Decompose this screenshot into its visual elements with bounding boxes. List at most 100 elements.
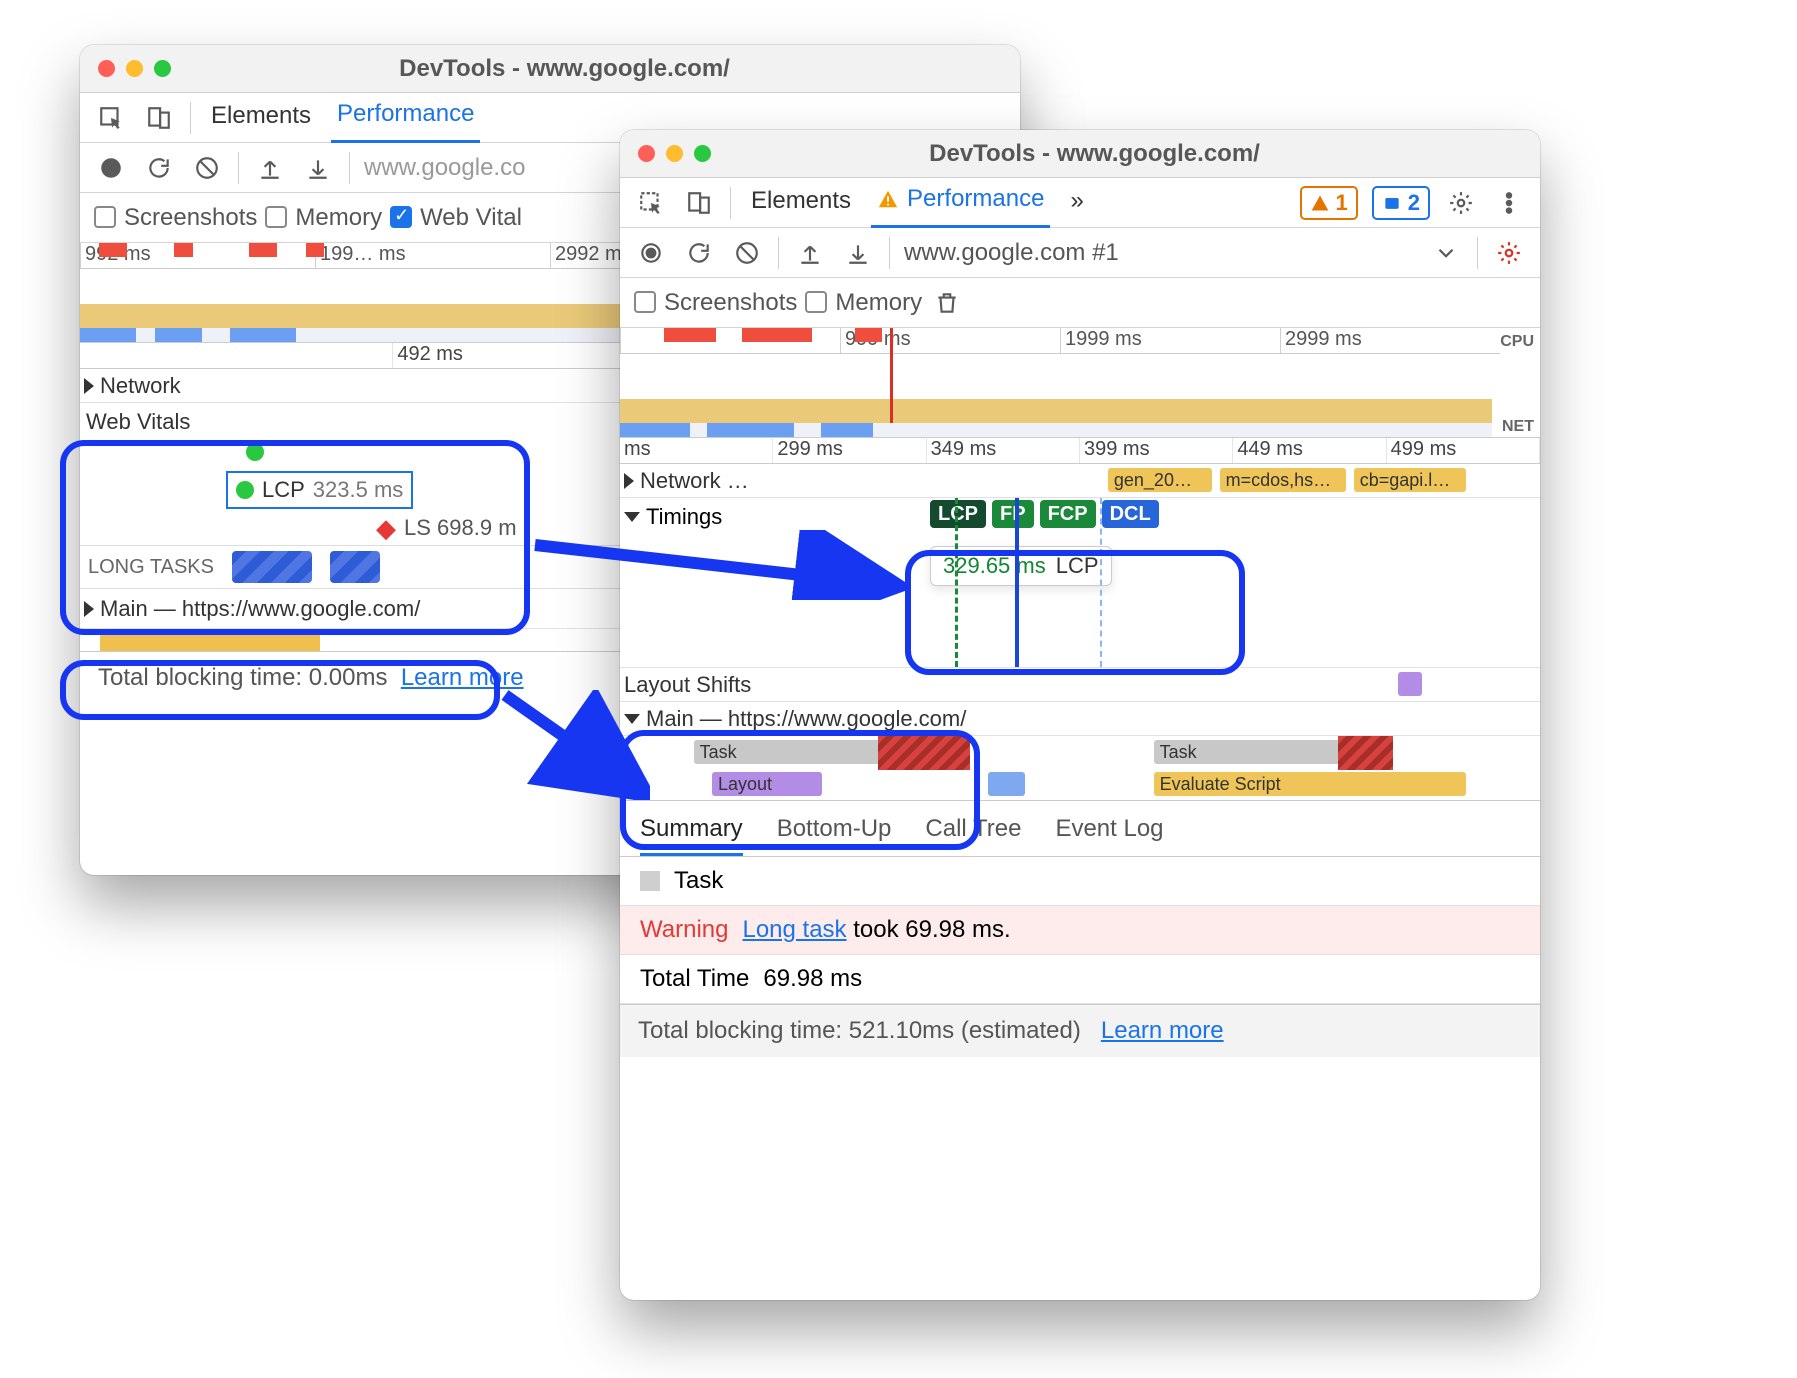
ruler-tick: 449 ms — [1233, 438, 1386, 463]
cpu-caption: CPU — [1500, 334, 1534, 350]
warning-suffix: took 69.98 ms. — [847, 916, 1011, 943]
upload-icon[interactable] — [793, 236, 827, 270]
minimize-icon[interactable] — [126, 60, 143, 77]
detail-tabs: Summary Bottom-Up Call Tree Event Log — [620, 801, 1540, 857]
recording-select[interactable]: www.google.com #1 — [904, 239, 1119, 267]
warning-label: Warning — [640, 916, 728, 944]
ruler-tick: 399 ms — [1080, 438, 1233, 463]
recording-url: www.google.co — [364, 154, 525, 182]
warning-icon — [877, 188, 899, 210]
delete-icon[interactable] — [930, 286, 964, 320]
long-task-link[interactable]: Long task — [742, 916, 846, 943]
settings-icon[interactable] — [1444, 186, 1478, 220]
download-icon[interactable] — [301, 151, 335, 185]
learn-more-link[interactable]: Learn more — [1101, 1017, 1224, 1044]
screenshots-checkbox[interactable]: Screenshots — [94, 204, 257, 232]
close-icon[interactable] — [638, 145, 655, 162]
tab-performance[interactable]: Performance — [331, 92, 480, 143]
options-row: Screenshots Memory — [620, 278, 1540, 328]
minimize-icon[interactable] — [666, 145, 683, 162]
device-toggle-icon[interactable] — [142, 101, 176, 135]
tab-more[interactable]: » — [1064, 179, 1089, 227]
ruler-tick: 499 ms — [1387, 438, 1540, 463]
track-timings[interactable]: Timings LCP FP FCP DCL 329.65 ms LCP — [620, 498, 1540, 668]
long-task-block[interactable] — [232, 551, 312, 583]
tab-bottom-up[interactable]: Bottom-Up — [777, 809, 892, 856]
blocking-time-text: Total blocking time: 521.10ms (estimated… — [638, 1017, 1081, 1044]
window-title: DevTools - www.google.com/ — [729, 140, 1540, 168]
capture-settings-icon[interactable] — [1492, 236, 1526, 270]
panel-tabs-row: Elements Performance » 1 2 — [620, 178, 1540, 228]
zoom-icon[interactable] — [694, 145, 711, 162]
window-title: DevTools - www.google.com/ — [189, 55, 1020, 83]
lcp-marker-icon[interactable] — [246, 443, 264, 461]
inspect-icon[interactable] — [94, 101, 128, 135]
overview-pane[interactable]: 999 ms 1999 ms 2999 ms CPU NET — [620, 328, 1540, 438]
ls-value: 698.9 m — [437, 515, 517, 541]
tooltip-value: 329.65 ms — [943, 553, 1046, 579]
zoom-icon[interactable] — [154, 60, 171, 77]
titlebar: DevTools - www.google.com/ — [80, 45, 1020, 93]
issues-info-badge[interactable]: 2 — [1372, 186, 1430, 220]
network-chip[interactable]: m=cdos,hs… — [1220, 468, 1347, 492]
flame-ruler: ms 299 ms 349 ms 399 ms 449 ms 499 ms — [620, 438, 1540, 464]
tab-elements[interactable]: Elements — [205, 94, 317, 142]
timing-pills: LCP FP FCP DCL — [930, 500, 1159, 528]
summary-total-time-row: Total Time 69.98 ms — [620, 955, 1540, 1004]
track-layout-shifts[interactable]: Layout Shifts — [620, 668, 1540, 702]
network-chip[interactable]: cb=gapi.l… — [1354, 468, 1466, 492]
tab-event-log[interactable]: Event Log — [1055, 809, 1163, 856]
task-swatch-icon — [640, 871, 660, 891]
device-toggle-icon[interactable] — [682, 186, 716, 220]
ls-label: LS — [404, 515, 431, 541]
ruler-tick: ms — [620, 438, 773, 463]
long-task-block[interactable] — [330, 551, 380, 583]
upload-icon[interactable] — [253, 151, 287, 185]
pill-fp[interactable]: FP — [992, 500, 1034, 528]
lcp-value: 323.5 ms — [313, 477, 404, 503]
recording-dropdown-icon[interactable] — [1429, 236, 1463, 270]
record-icon[interactable] — [94, 151, 128, 185]
layout-shift-block[interactable] — [1398, 672, 1422, 696]
learn-more-link[interactable]: Learn more — [401, 664, 524, 691]
flame-bar[interactable] — [988, 772, 1025, 796]
summary-task-label: Task — [674, 867, 723, 895]
lcp-selection[interactable]: LCP 323.5 ms — [226, 471, 413, 509]
pill-fcp[interactable]: FCP — [1040, 500, 1096, 528]
traffic-lights — [80, 60, 189, 77]
pill-dcl[interactable]: DCL — [1102, 500, 1159, 528]
clear-icon[interactable] — [730, 236, 764, 270]
inspect-icon[interactable] — [634, 186, 668, 220]
clear-icon[interactable] — [190, 151, 224, 185]
long-tasks-label: LONG TASKS — [88, 556, 214, 579]
tab-call-tree[interactable]: Call Tree — [925, 809, 1021, 856]
tab-summary[interactable]: Summary — [640, 809, 743, 856]
devtools-window-b: DevTools - www.google.com/ Elements Perf… — [620, 130, 1540, 1300]
reload-icon[interactable] — [142, 151, 176, 185]
lcp-label: LCP — [262, 477, 305, 503]
tab-elements[interactable]: Elements — [745, 179, 857, 227]
memory-checkbox[interactable]: Memory — [805, 289, 922, 317]
summary-warning-row: Warning Long task took 69.98 ms. — [620, 906, 1540, 955]
memory-checkbox[interactable]: Memory — [265, 204, 382, 232]
kebab-icon[interactable] — [1492, 186, 1526, 220]
tab-performance[interactable]: Performance — [871, 177, 1050, 228]
issues-warning-badge[interactable]: 1 — [1300, 186, 1358, 220]
tooltip-name: LCP — [1056, 553, 1099, 579]
close-icon[interactable] — [98, 60, 115, 77]
total-time-label: Total Time — [640, 965, 749, 993]
reload-icon[interactable] — [682, 236, 716, 270]
pill-lcp[interactable]: LCP — [930, 500, 986, 528]
record-icon[interactable] — [634, 236, 668, 270]
long-task-hatch-icon — [878, 736, 970, 770]
download-icon[interactable] — [841, 236, 875, 270]
screenshots-checkbox[interactable]: Screenshots — [634, 289, 797, 317]
track-main[interactable]: Main — https://www.google.com/ Task Task… — [620, 702, 1540, 801]
layout-bar[interactable]: Layout — [712, 772, 822, 796]
titlebar: DevTools - www.google.com/ — [620, 130, 1540, 178]
webvitals-checkbox[interactable]: Web Vital — [390, 204, 522, 232]
evaluate-script-bar[interactable]: Evaluate Script — [1154, 772, 1467, 796]
ruler-tick: 349 ms — [927, 438, 1080, 463]
track-network[interactable]: Network … gen_20… m=cdos,hs… cb=gapi.l… — [620, 464, 1540, 498]
network-chip[interactable]: gen_20… — [1108, 468, 1212, 492]
